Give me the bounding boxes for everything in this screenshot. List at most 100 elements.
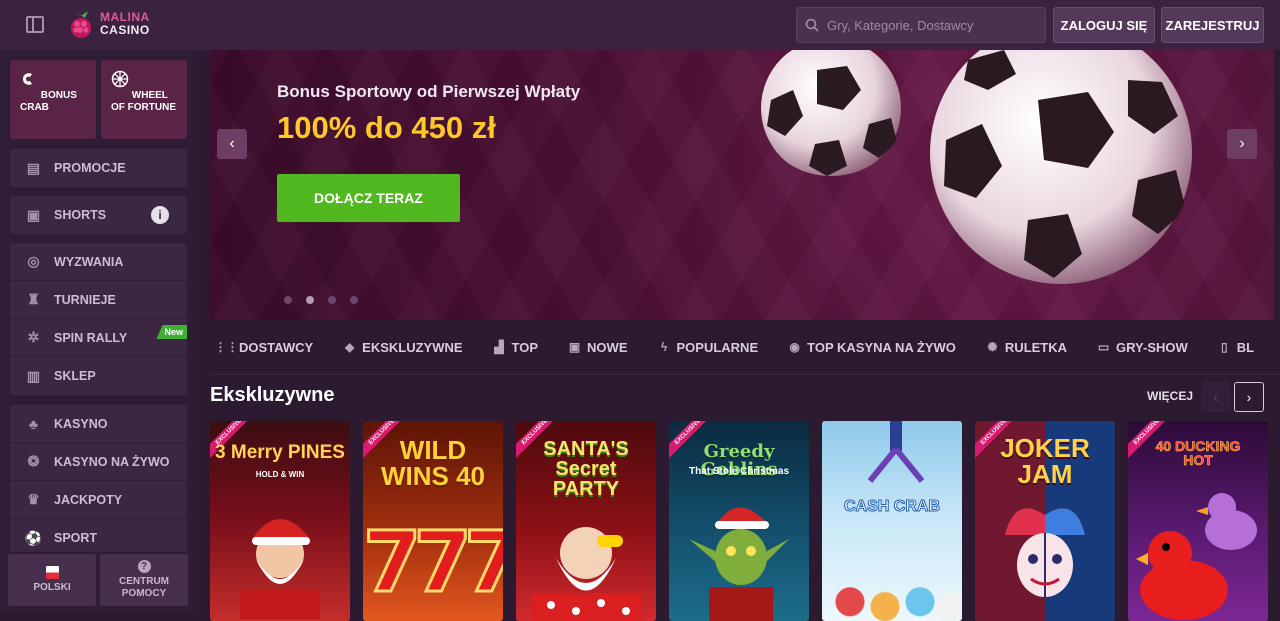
- game-title: WILD WINS 40: [380, 435, 486, 491]
- search-box[interactable]: [796, 7, 1046, 43]
- tile-wheel-of-fortune[interactable]: WHEEL OF FORTUNE: [101, 60, 187, 139]
- info-icon[interactable]: i: [151, 206, 169, 224]
- trophy-icon: ♜: [27, 291, 40, 307]
- sevens-image: 777: [363, 512, 503, 613]
- gift-icon: ▤: [26, 159, 41, 176]
- sidebar-item-sport[interactable]: ⚽ SPORT: [10, 519, 187, 552]
- hero-banner[interactable]: Bonus Sportowy od Pierwszej Wpłaty 100% …: [210, 50, 1274, 320]
- game-card-cash-crab[interactable]: CASH CRAB: [822, 421, 962, 621]
- help-label: CENTRUM POMOCY: [119, 576, 169, 599]
- tile-bonus-crab[interactable]: BONUS CRAB: [10, 60, 96, 139]
- sidebar: BONUS CRAB WHEEL OF FORTUNE ▤ PROMOCJE ▣…: [0, 50, 198, 613]
- hero-subtitle: Bonus Sportowy od Pierwszej Wpłaty: [277, 82, 581, 101]
- sidebar-item-kasyno[interactable]: ♣ KASYNO: [10, 405, 187, 443]
- category-label: GRY-SHOW: [1116, 339, 1188, 355]
- game-subtitle: That Stole Christmas: [688, 466, 790, 477]
- claw-image: [867, 421, 925, 483]
- slide-dot[interactable]: [350, 296, 358, 304]
- games-row: EXCLUSIVE 3 Merry PINES HOLD & WIN EXCLU…: [210, 421, 1280, 621]
- sidebar-item-turnieje[interactable]: ♜ TURNIEJE: [10, 281, 187, 319]
- section-title-exclusive: Ekskluzywne: [210, 384, 335, 406]
- ball-icon: ⚽: [24, 529, 43, 546]
- shop-icon: ▥: [26, 367, 41, 384]
- category-top-live[interactable]: ◉ TOP KASYNA NA ŻYWO: [773, 340, 971, 355]
- sidebar-toggle-icon[interactable]: [26, 16, 44, 33]
- category-label: BL: [1236, 339, 1255, 355]
- film-icon: ▣: [26, 206, 41, 223]
- sidebar-bottom: POLSKI ? CENTRUM POMOCY: [8, 554, 188, 606]
- sidebar-item-jackpoty[interactable]: ♛ JACKPOTY: [10, 481, 187, 519]
- game-card-merry-pines[interactable]: EXCLUSIVE 3 Merry PINES HOLD & WIN: [210, 421, 350, 621]
- raspberry-logo-icon: [71, 11, 91, 38]
- sidebar-item-shorts[interactable]: ▣ SHORTS i: [10, 196, 187, 234]
- target-icon: ◎: [27, 253, 40, 269]
- category-label: EKSKLUZYWNE: [362, 339, 463, 355]
- chip-icon: ❂: [27, 453, 40, 469]
- sidebar-item-label: SHORTS: [54, 208, 107, 222]
- language-label: POLSKI: [33, 582, 71, 593]
- more-link[interactable]: WIĘCEJ: [1147, 389, 1193, 403]
- sidebar-item-label: SPIN RALLY: [54, 330, 128, 345]
- sidebar-item-spin-rally[interactable]: ✲ SPIN RALLY New: [10, 319, 187, 357]
- logo[interactable]: MALINA CASINO: [68, 9, 150, 39]
- category-label: TOP KASYNA NA ŻYWO: [807, 339, 956, 355]
- sidebar-item-label: KASYNO NA ŻYWO: [54, 454, 170, 469]
- language-button[interactable]: POLSKI: [8, 554, 96, 606]
- sidebar-item-label: SPORT: [54, 531, 98, 545]
- game-card-40-ducking-hot[interactable]: EXCLUSIVE 40 DUCKING HOT: [1128, 421, 1268, 621]
- game-card-greedy-goblins[interactable]: EXCLUSIVE Greedy Goblins That Stole Chri…: [669, 421, 809, 621]
- tv-icon: ▭: [1097, 340, 1110, 354]
- help-center-button[interactable]: ? CENTRUM POMOCY: [100, 554, 188, 606]
- category-label: NOWE: [587, 339, 628, 355]
- category-popularne[interactable]: ϟ POPULARNE: [643, 340, 774, 355]
- games-prev-button[interactable]: ‹: [1201, 382, 1231, 412]
- join-now-button[interactable]: DOŁĄCZ TERAZ: [277, 174, 460, 222]
- category-label: TOP: [511, 339, 539, 355]
- category-dostawcy[interactable]: ⋮⋮ DOSTAWCY: [210, 340, 328, 355]
- rally-icon: ✲: [27, 329, 40, 345]
- sidebar-item-kasyno-na-zywo[interactable]: ❂ KASYNO NA ŻYWO: [10, 443, 187, 481]
- bolt-icon: ϟ: [660, 340, 668, 354]
- hero-title: 100% do 450 zł: [277, 110, 496, 145]
- poland-flag-icon: [45, 566, 59, 579]
- games-next-button[interactable]: ›: [1234, 382, 1264, 412]
- category-nowe[interactable]: ▣ NOWE: [553, 340, 642, 355]
- sidebar-item-sklep[interactable]: ▥ SKLEP: [10, 357, 187, 395]
- category-bl[interactable]: ▯ BL: [1203, 340, 1269, 355]
- game-title: 3 Merry PINES: [215, 442, 345, 463]
- game-card-wild-wins-40[interactable]: EXCLUSIVE WILD WINS 40 777: [363, 421, 503, 621]
- live-icon: ◉: [789, 340, 800, 354]
- sidebar-item-promocje[interactable]: ▤ PROMOCJE: [10, 149, 187, 187]
- sidebar-item-label: PROMOCJE: [54, 161, 126, 175]
- game-title: JOKER JAM: [1000, 433, 1090, 489]
- hero-next-button[interactable]: ›: [1227, 129, 1257, 159]
- sidebar-item-label: JACKPOTY: [54, 492, 123, 507]
- game-card-santas-secret-party[interactable]: EXCLUSIVE SANTA'S Secret PARTY: [516, 421, 656, 621]
- santa-party-image: [531, 527, 641, 621]
- game-title: 40 DUCKING HOT: [1155, 438, 1241, 468]
- slide-dot[interactable]: [328, 296, 336, 304]
- game-card-joker-jam[interactable]: EXCLUSIVE JOKER JAM: [975, 421, 1115, 621]
- slide-dot-active[interactable]: [306, 296, 314, 304]
- category-label: POPULARNE: [676, 339, 759, 355]
- help-icon: ?: [137, 560, 151, 573]
- category-ruletka[interactable]: ✺ RULETKA: [971, 340, 1082, 355]
- tile-bonus-crab-label: BONUS CRAB: [20, 90, 77, 113]
- new-icon: ▣: [568, 340, 581, 354]
- new-badge: New: [156, 325, 187, 339]
- sidebar-item-label: SKLEP: [54, 369, 96, 383]
- sidebar-item-wyzwania[interactable]: ◎ WYZWANIA: [10, 243, 187, 281]
- category-ekskluzywne[interactable]: ◆ EKSKLUZYWNE: [328, 340, 477, 355]
- goblin-image: [689, 507, 789, 621]
- login-button[interactable]: ZALOGUJ SIĘ: [1053, 7, 1155, 43]
- nav-group-shorts: ▣ SHORTS i: [10, 196, 187, 234]
- joker-image: [1005, 508, 1085, 597]
- register-button[interactable]: ZAREJESTRUJ: [1161, 7, 1264, 43]
- slide-dot[interactable]: [284, 296, 292, 304]
- category-top[interactable]: ▟ TOP: [478, 340, 554, 355]
- search-input[interactable]: [827, 17, 1027, 33]
- hero-prev-button[interactable]: ‹: [217, 129, 247, 159]
- hero-pagination: [284, 296, 358, 304]
- logo-line2: CASINO: [100, 23, 150, 37]
- category-gry-show[interactable]: ▭ GRY-SHOW: [1082, 340, 1203, 355]
